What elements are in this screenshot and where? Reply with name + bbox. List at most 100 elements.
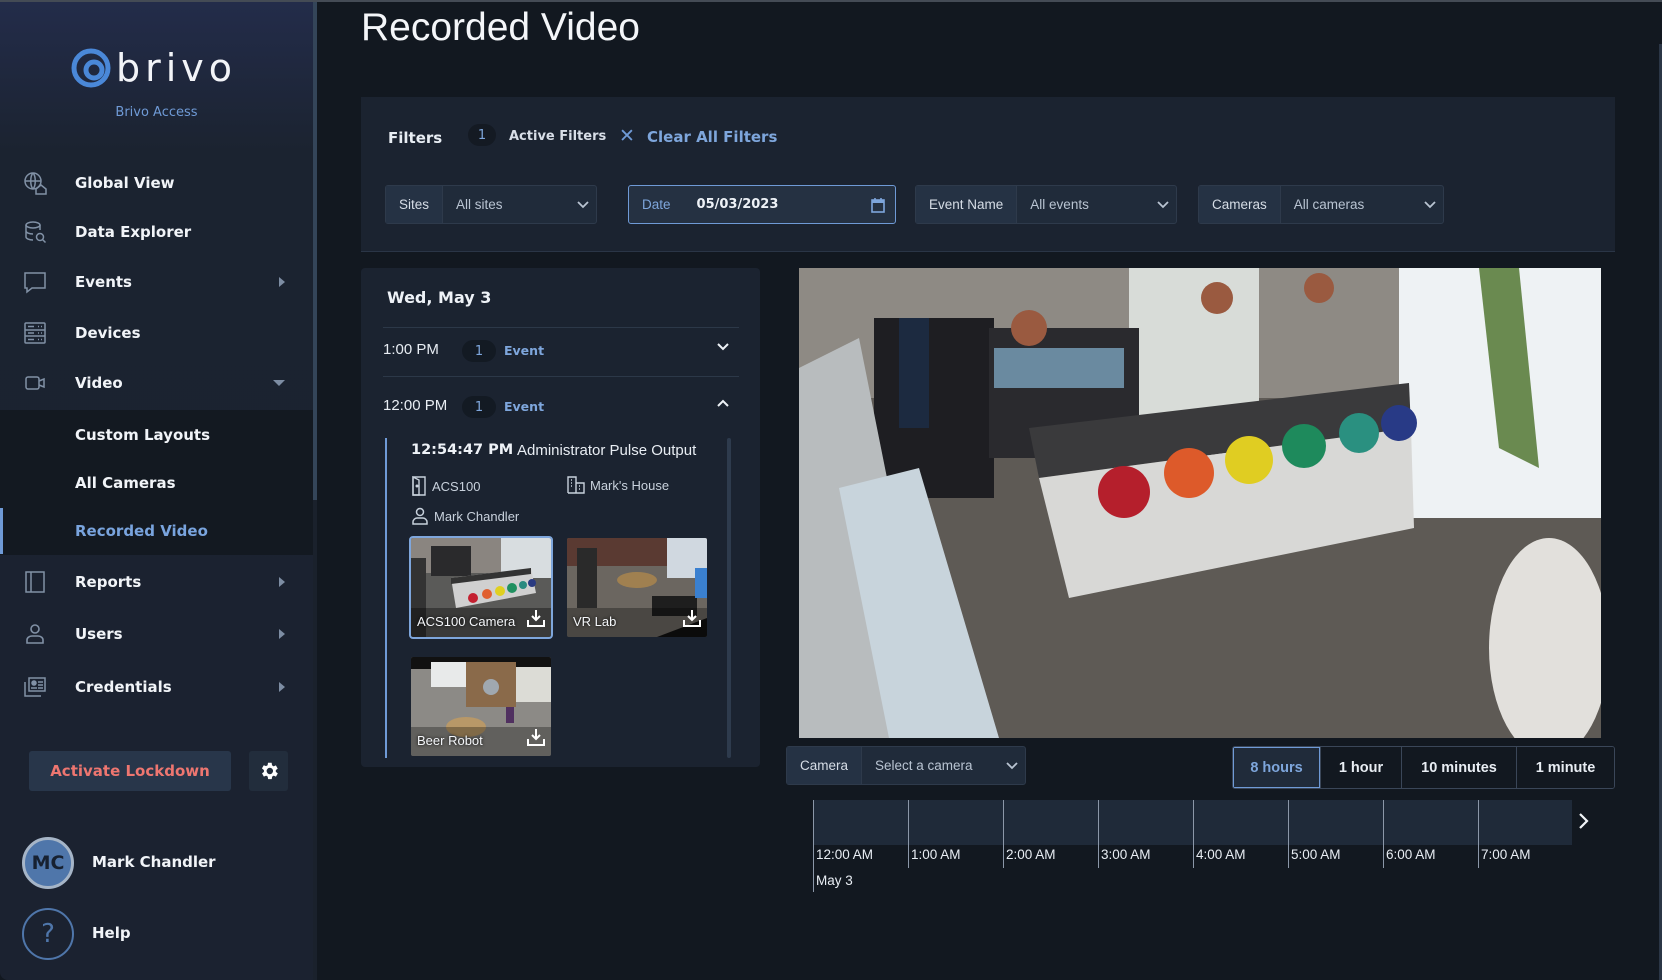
settings-button[interactable] <box>249 751 288 791</box>
hour-time: 1:00 PM <box>383 341 439 358</box>
sites-filter-value: All sites <box>456 197 503 212</box>
camera-select[interactable]: Camera Select a camera <box>786 746 1026 785</box>
hour-time: 12:00 PM <box>383 397 448 414</box>
app-root: brivo Brivo Access Global View Data Expl… <box>0 0 1662 980</box>
range-1-hour-button[interactable]: 1 hour <box>1321 747 1402 788</box>
sidebar-item-reports[interactable]: Reports <box>0 558 313 606</box>
event-count-badge: 1 <box>462 340 496 362</box>
event-name-filter-select[interactable]: Event Name All events <box>915 185 1177 224</box>
event-detail: 12:54:47 PM Administrator Pulse Output A… <box>385 438 731 758</box>
close-icon[interactable]: ✕ <box>619 125 635 147</box>
caret-right-icon <box>279 629 285 639</box>
sidebar: brivo Brivo Access Global View Data Expl… <box>0 2 313 980</box>
range-1-minute-button[interactable]: 1 minute <box>1517 747 1614 788</box>
camera-thumbnail-label: Beer Robot <box>417 733 483 748</box>
sidebar-item-recorded-video[interactable]: Recorded Video <box>0 508 313 554</box>
date-tick <box>813 868 814 892</box>
event-site: Mark's House <box>567 476 669 494</box>
brivo-logo[interactable]: brivo <box>70 46 237 90</box>
database-search-icon <box>22 219 48 245</box>
server-rack-icon <box>22 320 48 346</box>
help-link[interactable]: Help <box>92 924 131 942</box>
chevron-down-icon <box>999 747 1025 784</box>
chevron-up-icon[interactable] <box>717 395 729 411</box>
help-icon[interactable]: ? <box>22 908 74 960</box>
cameras-filter-value: All cameras <box>1293 197 1365 212</box>
sidebar-item-label: Users <box>75 625 123 643</box>
globe-home-icon <box>22 170 48 196</box>
chat-bubble-icon <box>22 269 48 295</box>
timeline-tick <box>813 800 814 868</box>
sidebar-item-users[interactable]: Users <box>0 610 313 658</box>
hour-group-row[interactable]: 12:00 PM 1 Event <box>383 387 739 427</box>
sidebar-item-global-view[interactable]: Global View <box>0 159 313 207</box>
range-8-hours-button[interactable]: 8 hours <box>1233 747 1321 788</box>
event-user-name: Mark Chandler <box>434 508 520 524</box>
camera-thumbnail[interactable]: VR Lab <box>567 538 707 637</box>
chevron-down-icon <box>1150 186 1176 223</box>
event-time: 12:54:47 PM <box>411 442 514 458</box>
sidebar-item-credentials[interactable]: Credentials <box>0 663 313 711</box>
timeline-tick <box>1383 800 1384 868</box>
event-list-scrollbar[interactable] <box>727 438 731 758</box>
download-icon[interactable] <box>527 728 545 750</box>
sidebar-item-all-cameras[interactable]: All Cameras <box>0 460 313 506</box>
caret-right-icon <box>279 682 285 692</box>
timeline-tick <box>1193 800 1194 868</box>
sidebar-item-label: Reports <box>75 573 142 591</box>
events-panel: Wed, May 3 1:00 PM 1 Event 12:00 PM 1 Ev… <box>361 268 760 767</box>
brand-subtitle: Brivo Access <box>115 105 198 120</box>
user-avatar[interactable]: MC <box>22 837 74 889</box>
sidebar-item-events[interactable]: Events <box>0 258 313 306</box>
sidebar-item-label: All Cameras <box>75 474 176 492</box>
sidebar-item-label: Custom Layouts <box>75 426 211 444</box>
sidebar-item-label: Devices <box>75 324 141 342</box>
event-device-name: ACS100 <box>432 478 481 494</box>
cameras-filter-select[interactable]: Cameras All cameras <box>1198 185 1444 224</box>
sites-filter-select[interactable]: Sites All sites <box>385 185 597 224</box>
video-player[interactable] <box>799 268 1601 738</box>
clear-all-filters-button[interactable]: Clear All Filters <box>647 128 777 146</box>
sidebar-item-label: Credentials <box>75 678 172 696</box>
timeline-tick <box>908 800 909 868</box>
camera-thumbnail[interactable]: Beer Robot <box>411 657 551 756</box>
sidebar-item-devices[interactable]: Devices <box>0 309 313 357</box>
active-filters-label: Active Filters <box>509 129 607 144</box>
sidebar-item-video[interactable]: Video <box>0 359 313 407</box>
date-filter-input[interactable]: Date 05/03/2023 <box>628 185 896 224</box>
date-filter-value: 05/03/2023 <box>696 197 779 212</box>
active-filter-count-badge: 1 <box>468 124 496 146</box>
user-name[interactable]: Mark Chandler <box>92 853 216 871</box>
download-icon[interactable] <box>683 609 701 631</box>
sidebar-item-custom-layouts[interactable]: Custom Layouts <box>0 412 313 458</box>
filters-title: Filters <box>388 129 443 147</box>
camera-thumbnail[interactable]: ACS100 Camera <box>409 536 553 639</box>
sidebar-item-label: Events <box>75 273 132 291</box>
timeline-tick <box>1098 800 1099 868</box>
brivo-swirl-icon <box>71 48 111 88</box>
range-10-minutes-button[interactable]: 10 minutes <box>1402 747 1517 788</box>
cameras-filter-label: Cameras <box>1199 186 1281 223</box>
event-count-label: Event <box>504 343 545 358</box>
chevron-down-icon <box>1417 186 1443 223</box>
chevron-right-icon[interactable] <box>1578 810 1590 834</box>
video-submenu: Custom Layouts All Cameras Recorded Vide… <box>0 410 313 555</box>
gear-icon <box>261 762 278 780</box>
sidebar-scrollbar-thumb[interactable] <box>313 2 317 500</box>
timeline-tick-label: 3:00 AM <box>1101 847 1151 862</box>
door-icon <box>412 476 426 496</box>
filters-panel: Filters 1 Active Filters ✕ Clear All Fil… <box>361 97 1615 252</box>
panel-icon <box>22 569 48 595</box>
camera-select-placeholder: Select a camera <box>875 758 973 773</box>
sidebar-item-label: Data Explorer <box>75 223 192 241</box>
id-card-icon <box>22 674 48 700</box>
sidebar-item-data-explorer[interactable]: Data Explorer <box>0 208 313 256</box>
download-icon[interactable] <box>527 609 545 631</box>
calendar-icon[interactable] <box>861 186 895 223</box>
camera-thumbnail-label: VR Lab <box>573 614 617 629</box>
camera-thumbnail-label: ACS100 Camera <box>417 614 516 629</box>
hour-group-row[interactable]: 1:00 PM 1 Event <box>383 331 739 371</box>
chevron-down-icon[interactable] <box>717 339 729 355</box>
day-heading: Wed, May 3 <box>387 288 492 307</box>
activate-lockdown-button[interactable]: Activate Lockdown <box>29 751 231 791</box>
